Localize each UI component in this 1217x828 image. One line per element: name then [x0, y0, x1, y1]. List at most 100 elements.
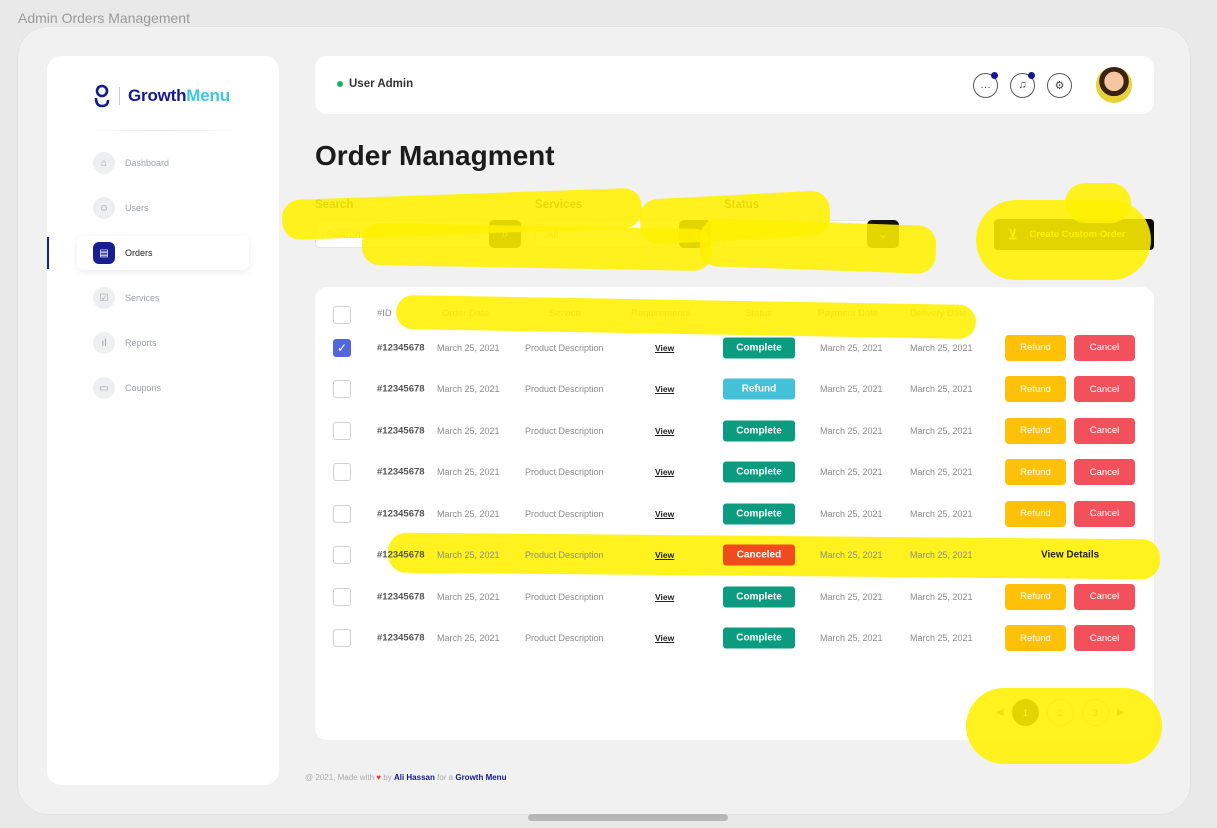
next-page-icon[interactable]: ▶ — [1117, 707, 1125, 718]
refund-button[interactable]: Refund — [1005, 376, 1066, 403]
notification-dot — [1028, 71, 1035, 79]
footer-author-link[interactable]: Ali Hassan — [394, 773, 435, 782]
sidebar-item-orders[interactable]: ▤ Orders — [77, 236, 249, 270]
column-header-id: #ID — [377, 308, 392, 319]
delivery-date: March 25, 2021 — [910, 508, 973, 519]
create-custom-order-button[interactable]: ⊻ Create Custom Order — [994, 219, 1154, 250]
refund-button[interactable]: Refund — [1005, 583, 1066, 610]
page-button-3[interactable]: 3 — [1081, 699, 1109, 726]
footer-company-link[interactable]: Growth Menu — [455, 773, 506, 782]
sidebar-item-dashboard[interactable]: ⌂ Dashboard — [77, 146, 249, 180]
settings-icon[interactable]: ⚙ — [1047, 72, 1072, 98]
refund-button[interactable]: Refund — [1005, 334, 1066, 361]
delivery-date: March 25, 2021 — [910, 425, 973, 436]
row-checkbox[interactable]: ✓ — [333, 338, 351, 357]
payment-date: March 25, 2021 — [820, 467, 883, 478]
order-date: March 25, 2021 — [437, 342, 500, 353]
search-button[interactable]: ⌕ — [489, 220, 521, 248]
status-badge: Complete — [723, 337, 795, 359]
payment-date: March 25, 2021 — [820, 591, 883, 602]
cancel-button[interactable]: Cancel — [1074, 500, 1135, 527]
sidebar-item-label: Dashboard — [125, 158, 170, 168]
delivery-date: March 25, 2021 — [910, 591, 973, 602]
table-row: #12345678 March 25, 2021 Product Descripti… — [315, 618, 1154, 660]
page-title: Order Managment — [315, 140, 555, 171]
sidebar-item-label: Services — [125, 293, 160, 303]
requirements-view-link[interactable]: View — [655, 426, 674, 436]
sidebar-item-services[interactable]: ☑ Services — [77, 281, 249, 315]
chat-icon[interactable]: … — [973, 71, 998, 98]
column-header-status: Status — [745, 308, 772, 319]
service-name: Product Description — [525, 633, 604, 644]
divider — [87, 130, 239, 131]
cancel-button[interactable]: Cancel — [1074, 417, 1135, 444]
sidebar-item-users[interactable]: ☺ Users — [77, 191, 249, 225]
order-id: #12345678 — [377, 466, 425, 478]
sidebar-item-coupons[interactable]: ▭ Coupons — [77, 371, 249, 405]
column-header-payment-date: Payment Date — [818, 308, 879, 319]
avatar[interactable] — [1096, 67, 1132, 103]
requirements-view-link[interactable]: View — [655, 509, 674, 519]
order-date: March 25, 2021 — [437, 384, 500, 395]
requirements-view-link[interactable]: View — [655, 467, 674, 477]
brand-logo[interactable]: GrowthMenu — [93, 84, 230, 108]
status-dropdown-button[interactable]: ⌄ — [867, 220, 899, 248]
logo-mark-icon — [94, 84, 110, 108]
cancel-button[interactable]: Cancel — [1074, 625, 1135, 652]
cancel-button[interactable]: Cancel — [1074, 583, 1135, 610]
search-icon: ⌕ — [501, 226, 509, 241]
cancel-button[interactable]: Cancel — [1074, 376, 1135, 403]
refund-button[interactable]: Refund — [1005, 500, 1066, 527]
row-checkbox[interactable] — [333, 463, 351, 482]
requirements-view-link[interactable]: View — [655, 550, 674, 560]
payment-date: March 25, 2021 — [820, 425, 883, 436]
order-id: #12345678 — [377, 425, 425, 437]
services-label: Services — [535, 199, 583, 211]
refund-button[interactable]: Refund — [1005, 417, 1066, 444]
delivery-date: March 25, 2021 — [910, 384, 973, 395]
row-checkbox[interactable] — [333, 504, 351, 523]
view-details-button[interactable]: View Details — [1041, 550, 1099, 561]
row-checkbox[interactable] — [333, 546, 351, 565]
status-badge: Complete — [723, 420, 795, 442]
order-id: #12345678 — [377, 508, 425, 520]
payment-date: March 25, 2021 — [820, 633, 883, 644]
payment-date: March 25, 2021 — [820, 550, 883, 561]
canvas-title: Admin Orders Management — [18, 10, 190, 26]
service-name: Product Description — [525, 384, 604, 395]
select-all-checkbox[interactable] — [333, 306, 351, 324]
requirements-view-link[interactable]: View — [655, 343, 674, 353]
requirements-view-link[interactable]: View — [655, 633, 674, 643]
footer-text: @ 2021, Made with — [305, 773, 375, 782]
checklist-icon: ☑ — [93, 287, 115, 309]
order-date: March 25, 2021 — [437, 550, 500, 561]
requirements-view-link[interactable]: View — [655, 592, 674, 602]
clipboard-icon: ▤ — [93, 242, 115, 264]
create-custom-order-label: Create Custom Order — [1029, 229, 1126, 240]
column-header-service: Service — [549, 308, 581, 319]
chevron-down-icon: ⌄ — [877, 226, 889, 241]
bell-icon[interactable]: ♫ — [1010, 71, 1035, 98]
sidebar-item-label: Users — [125, 203, 149, 213]
order-date: March 25, 2021 — [437, 633, 500, 644]
row-checkbox[interactable] — [333, 421, 351, 440]
row-checkbox[interactable] — [333, 380, 351, 399]
page-button-2[interactable]: 2 — [1046, 699, 1074, 726]
notification-dot — [991, 71, 998, 79]
prev-page-icon[interactable]: ◀ — [996, 707, 1004, 718]
page-button-1[interactable]: 1 — [1011, 699, 1039, 726]
footer-text: for a — [437, 773, 454, 782]
row-checkbox[interactable] — [333, 629, 351, 648]
row-checkbox[interactable] — [333, 587, 351, 606]
refund-button[interactable]: Refund — [1005, 625, 1066, 652]
requirements-view-link[interactable]: View — [655, 384, 674, 394]
sidebar-item-reports[interactable]: ıl Reports — [77, 326, 249, 360]
cancel-button[interactable]: Cancel — [1074, 334, 1135, 361]
payment-date: March 25, 2021 — [820, 384, 883, 395]
status-badge: Complete — [723, 627, 795, 649]
user-label: User Admin — [349, 78, 414, 90]
cancel-button[interactable]: Cancel — [1074, 459, 1135, 486]
services-dropdown-button[interactable]: ⌄ — [679, 220, 711, 248]
users-icon: ☺ — [93, 197, 115, 219]
refund-button[interactable]: Refund — [1005, 459, 1066, 486]
